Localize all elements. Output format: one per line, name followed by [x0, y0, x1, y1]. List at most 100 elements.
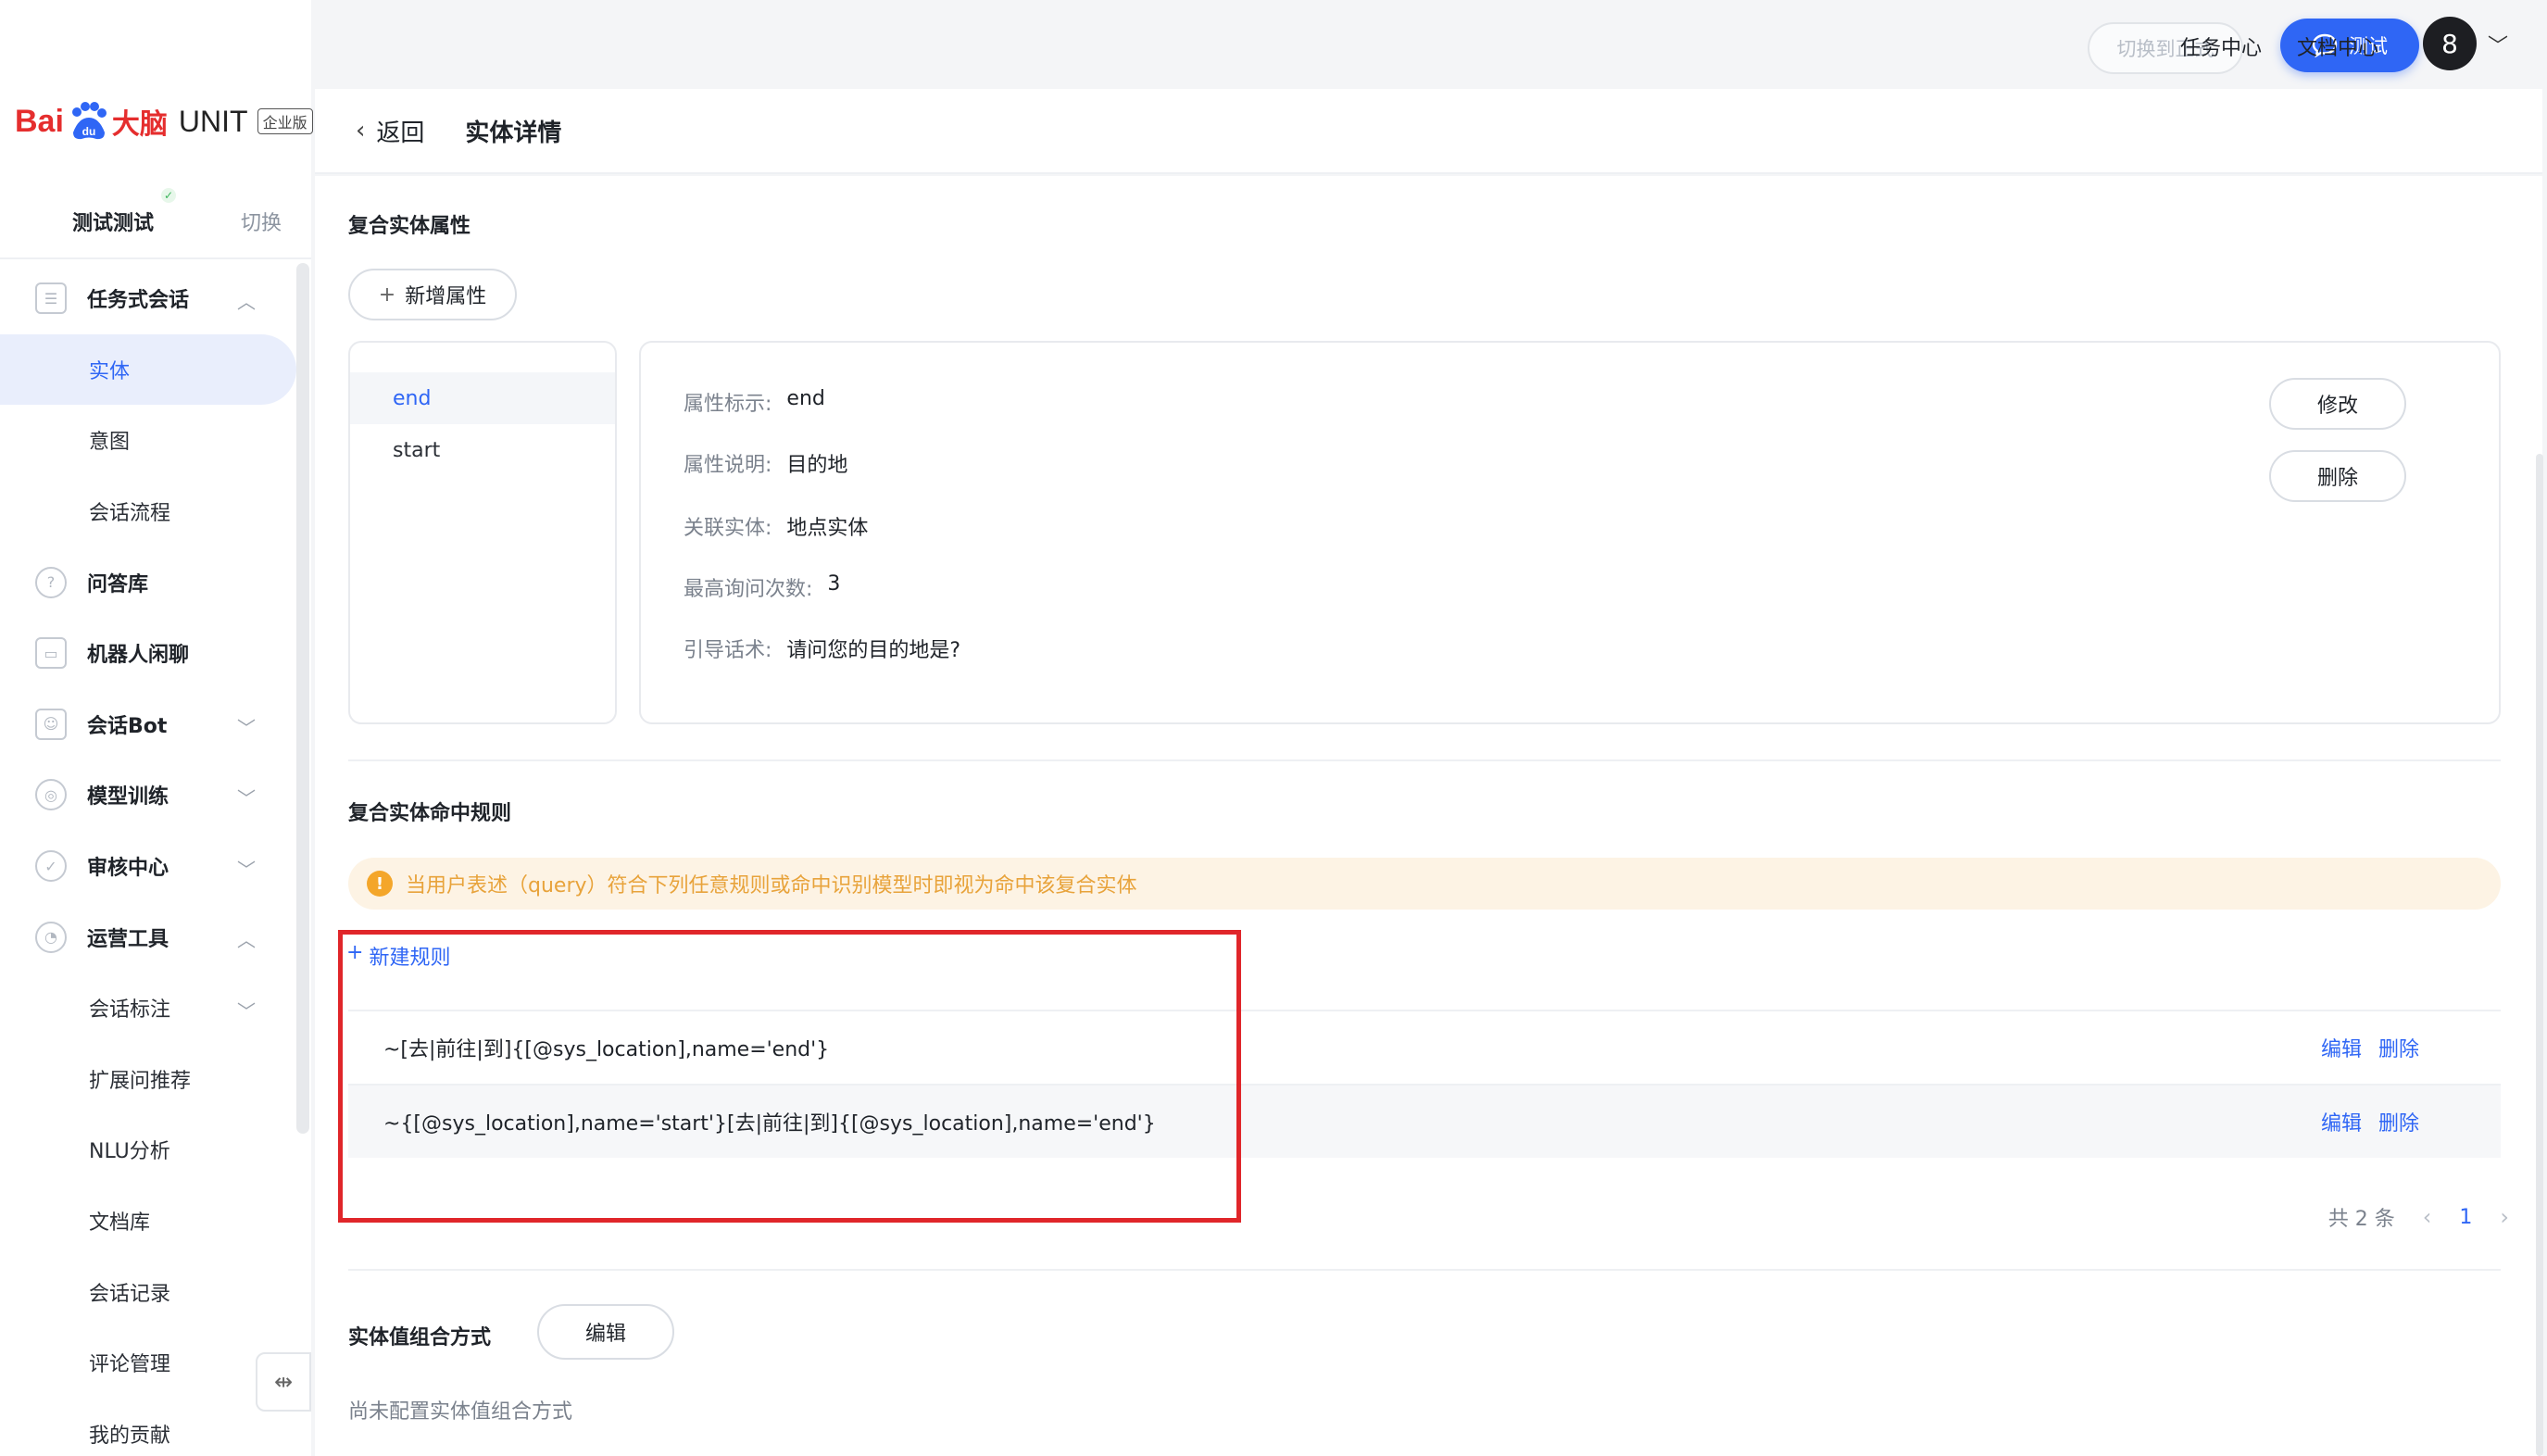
sidebar-item-doc-library[interactable]: 文档库	[0, 1186, 296, 1257]
back-button[interactable]: ‹ 返回	[356, 114, 424, 148]
attribute-detail-card: 属性标示: end 属性说明: 目的地 关联实体: 地点实体 最高询问次数: 3…	[639, 341, 2501, 724]
chevron-left-icon: ‹	[356, 117, 366, 144]
delete-rule-button[interactable]: 删除	[2378, 1033, 2419, 1062]
task-session-icon: ☰	[35, 282, 67, 315]
brand-brain-text: 大脑	[111, 108, 168, 141]
pagination: 共 2 条 ‹ 1 ›	[2328, 1202, 2509, 1232]
attribute-desc-row: 属性说明: 目的地	[684, 448, 847, 478]
attribute-list: end start	[348, 341, 617, 724]
attribute-desc-value: 目的地	[786, 454, 848, 477]
attribute-desc-label: 属性说明:	[684, 454, 772, 477]
highlight-annotation-box	[338, 930, 1241, 1223]
attribute-id-label: 属性标示:	[684, 393, 772, 416]
baidu-paw-icon: du	[71, 102, 107, 140]
edit-combination-button[interactable]: 编辑	[537, 1304, 674, 1360]
workspace-bar: 测试测试 ✓ 切换	[0, 185, 311, 259]
delete-attribute-button[interactable]: 删除	[2269, 450, 2406, 502]
sidebar-item-expand-recommend[interactable]: 扩展问推荐	[0, 1044, 296, 1115]
attribute-entity-label: 关联实体:	[684, 517, 772, 540]
chevron-right-icon[interactable]: ›	[2500, 1204, 2509, 1230]
sidebar-item-task-session[interactable]: ☰ 任务式会话 ︿	[0, 263, 296, 334]
chevron-down-icon: ﹀	[237, 716, 256, 739]
bot-icon: ☺	[35, 708, 67, 740]
back-label: 返回	[376, 119, 425, 147]
brand-logo[interactable]: Bai du 大脑 UNIT 企业版	[15, 89, 313, 154]
avatar[interactable]: 8	[2423, 17, 2477, 70]
workspace-name-text: 测试测试	[72, 212, 155, 235]
model-icon: ◎	[35, 779, 67, 811]
sidebar-item-qa[interactable]: ? 问答库	[0, 546, 296, 618]
sidebar-item-label: 审核中心	[87, 857, 169, 881]
qa-icon: ?	[35, 566, 67, 598]
page-title: 实体详情	[465, 119, 562, 147]
chevron-down-icon[interactable]: ﹀	[2488, 30, 2508, 59]
pagination-total: 共 2 条	[2327, 1208, 2395, 1231]
combination-section-title: 实体值组合方式	[348, 1326, 492, 1349]
sidebar-item-nlu-analysis[interactable]: NLU分析	[0, 1114, 296, 1186]
attribute-max-row: 最高询问次数: 3	[684, 572, 840, 602]
sidebar-item-label: 会话Bot	[87, 714, 168, 738]
task-center-link[interactable]: 任务中心	[2180, 31, 2262, 61]
doc-center-link[interactable]: 文档中心	[2297, 31, 2378, 61]
workspace-switch-button[interactable]: 切换	[241, 207, 282, 236]
sidebar-item-ops-tools[interactable]: ◔ 运营工具 ︿	[0, 901, 296, 973]
sidebar-item-intent[interactable]: 意图	[0, 405, 296, 476]
sidebar: Bai du 大脑 UNIT 企业版 测试测试 ✓ 切换 ☰ 任务式会话 ︿ 实…	[0, 0, 313, 1456]
sidebar-item-label: 问答库	[87, 572, 149, 596]
attribute-item-start[interactable]: start	[350, 424, 615, 476]
workspace-name: 测试测试 ✓	[72, 188, 177, 236]
add-attribute-label: 新增属性	[405, 285, 487, 308]
attribute-id-row: 属性标示: end	[684, 387, 825, 417]
chat-icon: ▭	[35, 637, 67, 670]
chevron-down-icon: ﹀	[237, 787, 256, 810]
sidebar-item-dialog-flow[interactable]: 会话流程	[0, 476, 296, 547]
edit-attribute-button[interactable]: 修改	[2269, 378, 2406, 430]
attribute-item-end[interactable]: end	[350, 372, 615, 424]
combination-empty-text: 尚未配置实体值组合方式	[348, 1400, 573, 1424]
workspace-status-icon: ✓	[161, 188, 177, 203]
sidebar-item-label: 任务式会话	[87, 289, 190, 313]
main-content: 复合实体属性 + 新增属性 end start 属性标示: end 属性说明: …	[315, 176, 2542, 1456]
sidebar-item-annotation[interactable]: 会话标注 ﹀	[0, 973, 296, 1044]
sidebar-nav: ☰ 任务式会话 ︿ 实体 意图 会话流程 ? 问答库 ▭ 机器人闲聊 ☺ 会话B…	[0, 263, 296, 1456]
sidebar-item-chitchat[interactable]: ▭ 机器人闲聊	[0, 618, 296, 689]
attributes-section-title: 复合实体属性	[348, 215, 471, 238]
attribute-id-value: end	[786, 387, 825, 410]
add-attribute-button[interactable]: + 新增属性	[348, 269, 517, 320]
sidebar-item-label: 模型训练	[87, 785, 169, 810]
attribute-max-value: 3	[827, 572, 841, 596]
attribute-entity-row: 关联实体: 地点实体	[684, 511, 868, 541]
attribute-max-label: 最高询问次数:	[684, 578, 813, 601]
chevron-up-icon: ︿	[237, 291, 256, 313]
sidebar-item-label: 会话标注	[89, 998, 171, 1023]
section-divider	[348, 1269, 2501, 1271]
brand-unit-text: UNIT	[178, 104, 248, 138]
pagination-current-page[interactable]: 1	[2459, 1206, 2472, 1229]
plus-icon: +	[378, 282, 396, 307]
sidebar-item-bot[interactable]: ☺ 会话Bot ﹀	[0, 689, 296, 760]
chevron-down-icon: ﹀	[237, 858, 256, 881]
sidebar-item-session-log[interactable]: 会话记录	[0, 1256, 296, 1327]
sidebar-item-review[interactable]: ✓ 审核中心 ﹀	[0, 831, 296, 902]
chevron-down-icon: ﹀	[237, 999, 256, 1023]
main-scrollbar[interactable]	[2536, 454, 2543, 1456]
sidebar-collapse-button[interactable]: ⇹	[256, 1352, 311, 1412]
sidebar-item-comments[interactable]: 评论管理	[0, 1327, 296, 1399]
chevron-up-icon: ︿	[237, 929, 256, 952]
chevron-left-icon[interactable]: ‹	[2423, 1204, 2432, 1230]
edit-rule-button[interactable]: 编辑	[2321, 1033, 2362, 1062]
sidebar-item-entity[interactable]: 实体	[0, 333, 296, 406]
attribute-entity-value: 地点实体	[786, 517, 869, 540]
section-divider	[348, 759, 2501, 761]
delete-rule-button[interactable]: 删除	[2378, 1107, 2419, 1136]
sidebar-scrollbar[interactable]	[296, 263, 309, 1134]
collapse-icon: ⇹	[273, 1369, 294, 1395]
edit-rule-button[interactable]: 编辑	[2321, 1107, 2362, 1136]
sidebar-item-my-contrib[interactable]: 我的贡献	[0, 1399, 296, 1456]
rules-notice-text: 当用户表述（query）符合下列任意规则或命中识别模型时即视为命中该复合实体	[406, 874, 1137, 897]
brand-bai-text: Bai	[15, 103, 64, 139]
sidebar-item-model-training[interactable]: ◎ 模型训练 ﹀	[0, 759, 296, 831]
rule-actions: 编辑 删除	[2321, 1107, 2419, 1136]
rules-section-title: 复合实体命中规则	[348, 802, 512, 825]
attribute-guide-value: 请问您的目的地是?	[786, 639, 961, 662]
